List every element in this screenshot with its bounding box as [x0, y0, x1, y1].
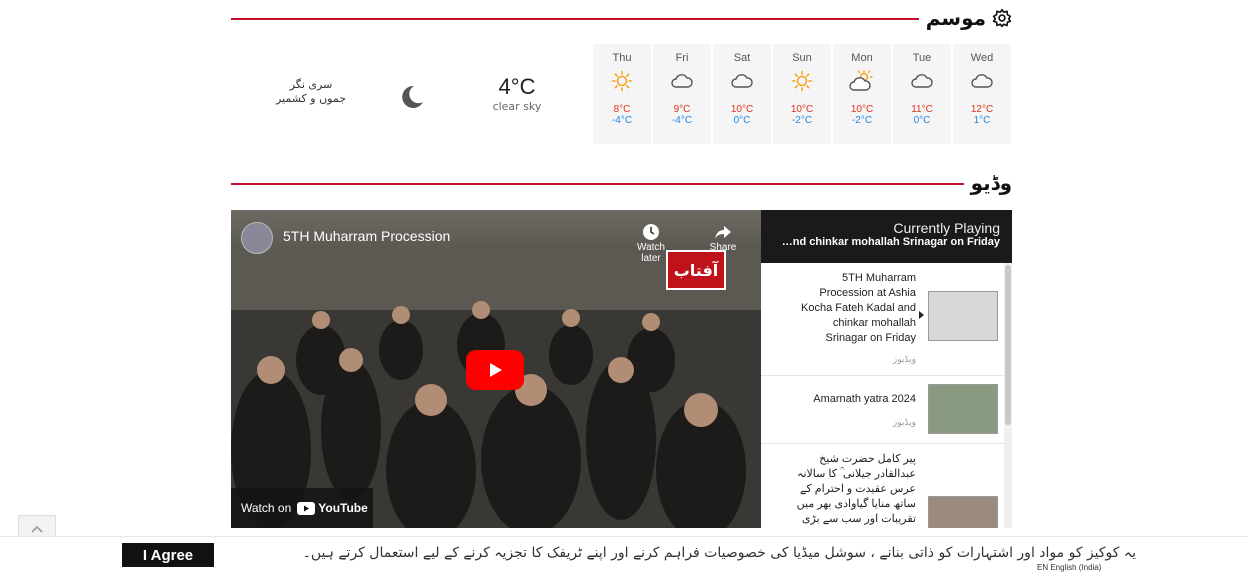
low-temp: 0°C — [733, 115, 751, 126]
day-name: Sun — [792, 52, 812, 64]
agree-button[interactable]: I Agree — [122, 543, 214, 567]
playlist-item-title: Amarnath yatra 2024 — [813, 393, 916, 405]
cookie-consent-bar: I Agree یہ کوکیز کو مواد اور اشتہارات کو… — [0, 536, 1248, 574]
video-embed: 5TH Muharram Procession Watch later Shar… — [231, 210, 1012, 528]
cloud-icon — [713, 70, 771, 92]
playlist-item[interactable]: Amarnath yatra 2024 ویڈیوز — [761, 376, 1012, 444]
high-temp: 10°C — [850, 104, 874, 115]
high-temp: 10°C — [790, 104, 814, 115]
playlist-item-source: ویڈیوز — [892, 355, 916, 365]
current-temp: 4°C — [498, 74, 536, 99]
forecast-day: Mon 10°C -2°C — [833, 44, 891, 144]
youtube-label: YouTube — [318, 501, 368, 515]
region-name: جموں و کشمیر — [275, 92, 347, 105]
playlist-item-title: پیر کامل حضرت شیخ عبدالقادر جیلانی ؒ کا … — [796, 453, 916, 525]
low-temp: -2°C — [851, 115, 873, 126]
forecast-day: Sat 10°C 0°C — [713, 44, 771, 144]
sun-icon — [773, 70, 831, 92]
current-item-arrow-icon — [919, 311, 924, 319]
moon-icon — [402, 85, 423, 108]
watch-on-youtube-button[interactable]: Watch on YouTube — [231, 488, 373, 528]
low-temp: -4°C — [611, 115, 633, 126]
sun-icon — [593, 70, 651, 92]
playlist-item[interactable]: پیر کامل حضرت شیخ عبدالقادر جیلانی ؒ کا … — [761, 444, 1012, 528]
weather-widget: سری نگر جموں و کشمیر 4°C clear sky Thu 8… — [231, 44, 1012, 144]
high-temp: 10°C — [730, 104, 754, 115]
low-temp: 1°C — [973, 115, 991, 126]
city-label: سری نگر جموں و کشمیر — [271, 78, 351, 106]
video-title: وڈیو — [970, 171, 1012, 195]
share-icon — [715, 226, 731, 239]
day-name: Sat — [733, 52, 751, 64]
page: موسم سری نگر جموں و کشمیر 4°C clear sky … — [0, 0, 1248, 574]
day-name: Mon — [851, 52, 873, 64]
day-name: Fri — [675, 52, 689, 64]
share-button[interactable]: Share — [701, 222, 745, 253]
forecast-list: Thu 8°C -4°C Fri 9°C -4°C Sat 10°C 0°C S… — [593, 44, 1011, 144]
low-temp: 0°C — [913, 115, 931, 126]
forecast-day: Sun 10°C -2°C — [773, 44, 831, 144]
chevron-up-icon — [31, 525, 43, 533]
video-playlist: Currently Playing …nd chinkar mohallah S… — [761, 210, 1012, 528]
cloud-icon — [953, 70, 1011, 92]
watch-on-label: Watch on — [241, 501, 292, 515]
forecast-day: Tue 11°C 0°C — [893, 44, 951, 144]
day-name: Thu — [612, 52, 632, 64]
high-temp: 11°C — [911, 104, 933, 115]
language-indicator[interactable]: EN English (India) — [1037, 563, 1101, 572]
weather-title-text: موسم — [925, 6, 986, 30]
scrollbar-thumb[interactable] — [1005, 265, 1011, 425]
youtube-player[interactable]: 5TH Muharram Procession Watch later Shar… — [231, 210, 761, 528]
playlist-item-source: ویڈیوز — [892, 418, 916, 428]
day-name: Tue — [912, 52, 932, 64]
low-temp: -2°C — [791, 115, 813, 126]
play-icon — [490, 363, 502, 377]
player-video-title[interactable]: 5TH Muharram Procession — [283, 228, 450, 244]
youtube-icon — [297, 501, 316, 515]
playlist-item-title: 5TH Muharram Procession at Ashia Kocha F… — [801, 272, 916, 344]
currently-playing-label: Currently Playing — [893, 220, 1000, 236]
gear-icon — [992, 8, 1012, 28]
playlist-thumbnail — [928, 384, 998, 434]
forecast-day: Wed 12°C 1°C — [953, 44, 1011, 144]
section-divider — [231, 18, 919, 20]
forecast-day: Fri 9°C -4°C — [653, 44, 711, 144]
current-video-title: …nd chinkar mohallah Srinagar on Friday — [781, 236, 1000, 248]
channel-logo: آفتاب — [666, 250, 726, 290]
cloud-icon — [653, 70, 711, 92]
play-button[interactable] — [466, 350, 524, 390]
playlist-thumbnail — [928, 496, 998, 528]
high-temp: 9°C — [673, 104, 691, 115]
weather-title: موسم — [926, 6, 1012, 30]
clock-icon — [643, 224, 659, 240]
video-section-header: وڈیو — [231, 171, 1012, 197]
playlist-thumbnail — [928, 291, 998, 341]
youtube-logo: YouTube — [297, 501, 368, 515]
playlist-header: Currently Playing …nd chinkar mohallah S… — [761, 210, 1012, 263]
channel-avatar[interactable] — [241, 222, 273, 254]
weather-section-header: موسم — [231, 6, 1012, 32]
high-temp: 12°C — [970, 104, 994, 115]
high-temp: 8°C — [613, 104, 631, 115]
current-weather: 4°C clear sky — [487, 74, 547, 113]
section-divider — [231, 183, 964, 185]
playlist-item[interactable]: 5TH Muharram Procession at Ashia Kocha F… — [761, 263, 1012, 376]
day-name: Wed — [970, 52, 994, 64]
partly-cloudy-icon — [833, 70, 891, 92]
current-desc: clear sky — [492, 100, 542, 113]
city-name: سری نگر — [289, 78, 333, 91]
cloud-icon — [893, 70, 951, 92]
low-temp: -4°C — [671, 115, 693, 126]
cookie-message: یہ کوکیز کو مواد اور اشتہارات کو ذاتی بن… — [302, 545, 1136, 561]
forecast-day: Thu 8°C -4°C — [593, 44, 651, 144]
playlist-scrollbar[interactable] — [1004, 263, 1012, 528]
